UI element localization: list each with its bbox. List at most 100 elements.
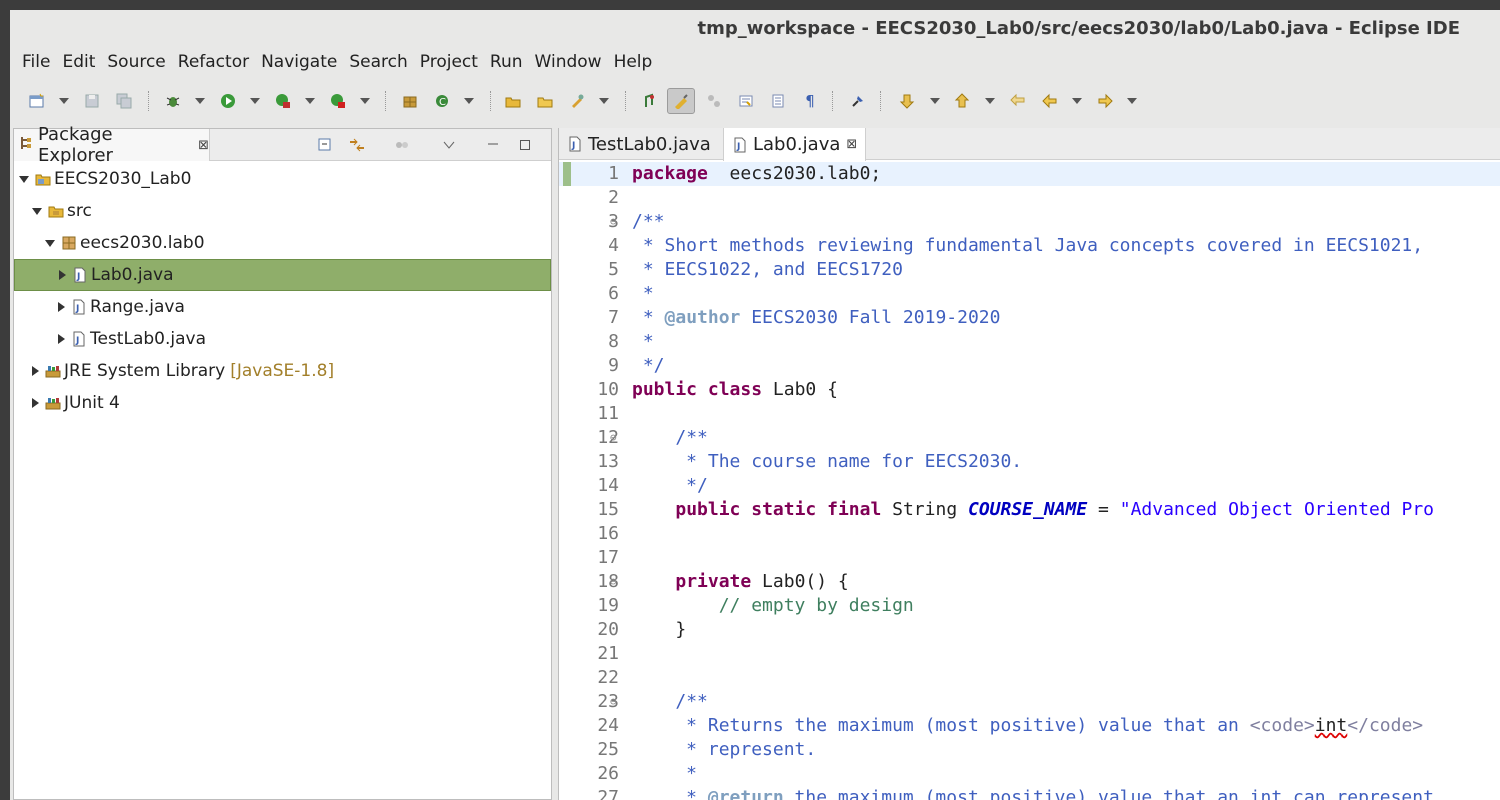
code-line[interactable]: 7 * @author EECS2030 Fall 2019-2020 xyxy=(559,306,1500,330)
new-java-package-icon[interactable] xyxy=(400,91,420,111)
back-dropdown-icon[interactable] xyxy=(1072,98,1082,104)
external-tools-dropdown-icon[interactable] xyxy=(360,98,370,104)
debug-dropdown-icon[interactable] xyxy=(195,98,205,104)
external-tools-icon[interactable] xyxy=(328,91,348,111)
editor-tab[interactable]: J Lab0.java ⊠ xyxy=(723,128,867,161)
toggle-breadcrumb-icon[interactable] xyxy=(768,91,788,111)
save-icon[interactable] xyxy=(82,91,102,111)
code-line[interactable]: 9 */ xyxy=(559,354,1500,378)
code-line[interactable]: 19 // empty by design xyxy=(559,594,1500,618)
expanded-arrow-icon[interactable] xyxy=(45,239,55,247)
code-line[interactable]: 11 xyxy=(559,402,1500,426)
tree-item[interactable]: J TestLab0.java xyxy=(14,323,551,355)
last-edit-location-icon[interactable] xyxy=(1008,91,1028,111)
code-line[interactable]: 21 xyxy=(559,642,1500,666)
code-line[interactable]: 12 ⊖ /** xyxy=(559,426,1500,450)
menu-refactor[interactable]: Refactor xyxy=(172,52,255,72)
code-line[interactable]: 3 ⊖/** xyxy=(559,210,1500,234)
collapsed-arrow-icon[interactable] xyxy=(32,398,39,408)
menu-file[interactable]: File xyxy=(16,52,56,72)
collapsed-arrow-icon[interactable] xyxy=(58,302,65,312)
code-line[interactable]: 1 package eecs2030.lab0; xyxy=(559,162,1500,186)
menu-run[interactable]: Run xyxy=(484,52,529,72)
new-icon[interactable] xyxy=(27,91,47,111)
search-dropdown-icon[interactable] xyxy=(599,98,609,104)
code-line[interactable]: 20 } xyxy=(559,618,1500,642)
mark-occurrences-icon[interactable] xyxy=(667,88,695,114)
close-tab-icon[interactable]: ⊠ xyxy=(846,137,857,152)
fold-toggle-icon[interactable]: ⊖ xyxy=(610,210,617,234)
tree-item[interactable]: JRE System Library [JavaSE-1.8] xyxy=(14,355,551,387)
code-line[interactable]: 17 xyxy=(559,546,1500,570)
tree-item[interactable]: eecs2030.lab0 xyxy=(14,227,551,259)
maximize-icon[interactable] xyxy=(515,135,535,155)
toggle-ant-icon[interactable] xyxy=(640,91,660,111)
forward-dropdown-icon[interactable] xyxy=(1127,98,1137,104)
open-type-icon[interactable] xyxy=(503,91,523,111)
menu-source[interactable]: Source xyxy=(101,52,171,72)
search-tool-icon[interactable] xyxy=(567,91,587,111)
tab-package-explorer[interactable]: Package Explorer ⊠ xyxy=(14,124,210,166)
code-line[interactable]: 26 * xyxy=(559,762,1500,786)
collapsed-arrow-icon[interactable] xyxy=(32,366,39,376)
tree-item[interactable]: J Range.java xyxy=(14,291,551,323)
new-class-dropdown-icon[interactable] xyxy=(464,98,474,104)
tree-item[interactable]: J Lab0.java xyxy=(14,259,551,291)
back-icon[interactable] xyxy=(1040,91,1060,111)
code-line[interactable]: 24 * Returns the maximum (most positive)… xyxy=(559,714,1500,738)
code-line[interactable]: 27 * @return the maximum (most positive)… xyxy=(559,786,1500,800)
expanded-arrow-icon[interactable] xyxy=(19,175,29,183)
menu-navigate[interactable]: Navigate xyxy=(255,52,343,72)
tree-item[interactable]: JUnit 4 xyxy=(14,387,551,419)
tree-item[interactable]: EECS2030_Lab0 xyxy=(14,163,551,195)
menu-window[interactable]: Window xyxy=(529,52,608,72)
code-area[interactable]: 1 package eecs2030.lab0; 2 3 ⊖/** 4 * Short m… xyxy=(559,162,1500,800)
view-menu-icon[interactable] xyxy=(439,135,459,155)
save-all-icon[interactable] xyxy=(114,91,134,111)
focus-on-task-icon[interactable] xyxy=(392,135,412,155)
coverage-icon[interactable] xyxy=(273,91,293,111)
next-annotation-icon[interactable] xyxy=(897,91,917,111)
menu-project[interactable]: Project xyxy=(414,52,484,72)
debug-icon[interactable] xyxy=(163,91,183,111)
code-line[interactable]: 13 * The course name for EECS2030. xyxy=(559,450,1500,474)
pin-icon[interactable] xyxy=(848,91,868,111)
new-dropdown-icon[interactable] xyxy=(59,98,69,104)
previous-annotation-dropdown-icon[interactable] xyxy=(985,98,995,104)
code-line[interactable]: 4 * Short methods reviewing fundamental … xyxy=(559,234,1500,258)
link-with-editor-icon[interactable] xyxy=(347,135,367,155)
previous-annotation-icon[interactable] xyxy=(952,91,972,111)
editor-tab[interactable]: J TestLab0.java xyxy=(559,128,719,160)
expanded-arrow-icon[interactable] xyxy=(32,207,42,215)
menu-edit[interactable]: Edit xyxy=(56,52,101,72)
paragraph-icon[interactable]: ¶ xyxy=(800,91,820,111)
block-selection-icon[interactable] xyxy=(704,91,724,111)
fold-toggle-icon[interactable]: ⊖ xyxy=(610,570,617,594)
code-line[interactable]: 16 xyxy=(559,522,1500,546)
collapse-all-icon[interactable] xyxy=(316,135,336,155)
collapsed-arrow-icon[interactable] xyxy=(58,334,65,344)
open-task-icon[interactable] xyxy=(535,91,555,111)
code-line[interactable]: 6 * xyxy=(559,282,1500,306)
code-line[interactable]: 25 * represent. xyxy=(559,738,1500,762)
forward-icon[interactable] xyxy=(1095,91,1115,111)
tree-item[interactable]: src xyxy=(14,195,551,227)
fold-toggle-icon[interactable]: ⊖ xyxy=(610,690,617,714)
next-annotation-dropdown-icon[interactable] xyxy=(930,98,940,104)
code-line[interactable]: 8 * xyxy=(559,330,1500,354)
menu-search[interactable]: Search xyxy=(343,52,413,72)
minimize-icon[interactable] xyxy=(483,135,503,155)
code-line[interactable]: 18 ⊖ private Lab0() { xyxy=(559,570,1500,594)
close-view-icon[interactable]: ⊠ xyxy=(198,138,209,153)
code-line[interactable]: 14 */ xyxy=(559,474,1500,498)
run-icon[interactable] xyxy=(218,91,238,111)
new-java-class-icon[interactable]: C xyxy=(432,91,452,111)
coverage-dropdown-icon[interactable] xyxy=(305,98,315,104)
fold-toggle-icon[interactable]: ⊖ xyxy=(610,426,617,450)
code-line[interactable]: 22 xyxy=(559,666,1500,690)
code-line[interactable]: 23 ⊖ /** xyxy=(559,690,1500,714)
code-line[interactable]: 15 public static final String COURSE_NAM… xyxy=(559,498,1500,522)
code-line[interactable]: 5 * EECS1022, and EECS1720 xyxy=(559,258,1500,282)
menu-help[interactable]: Help xyxy=(608,52,659,72)
code-line[interactable]: 2 xyxy=(559,186,1500,210)
